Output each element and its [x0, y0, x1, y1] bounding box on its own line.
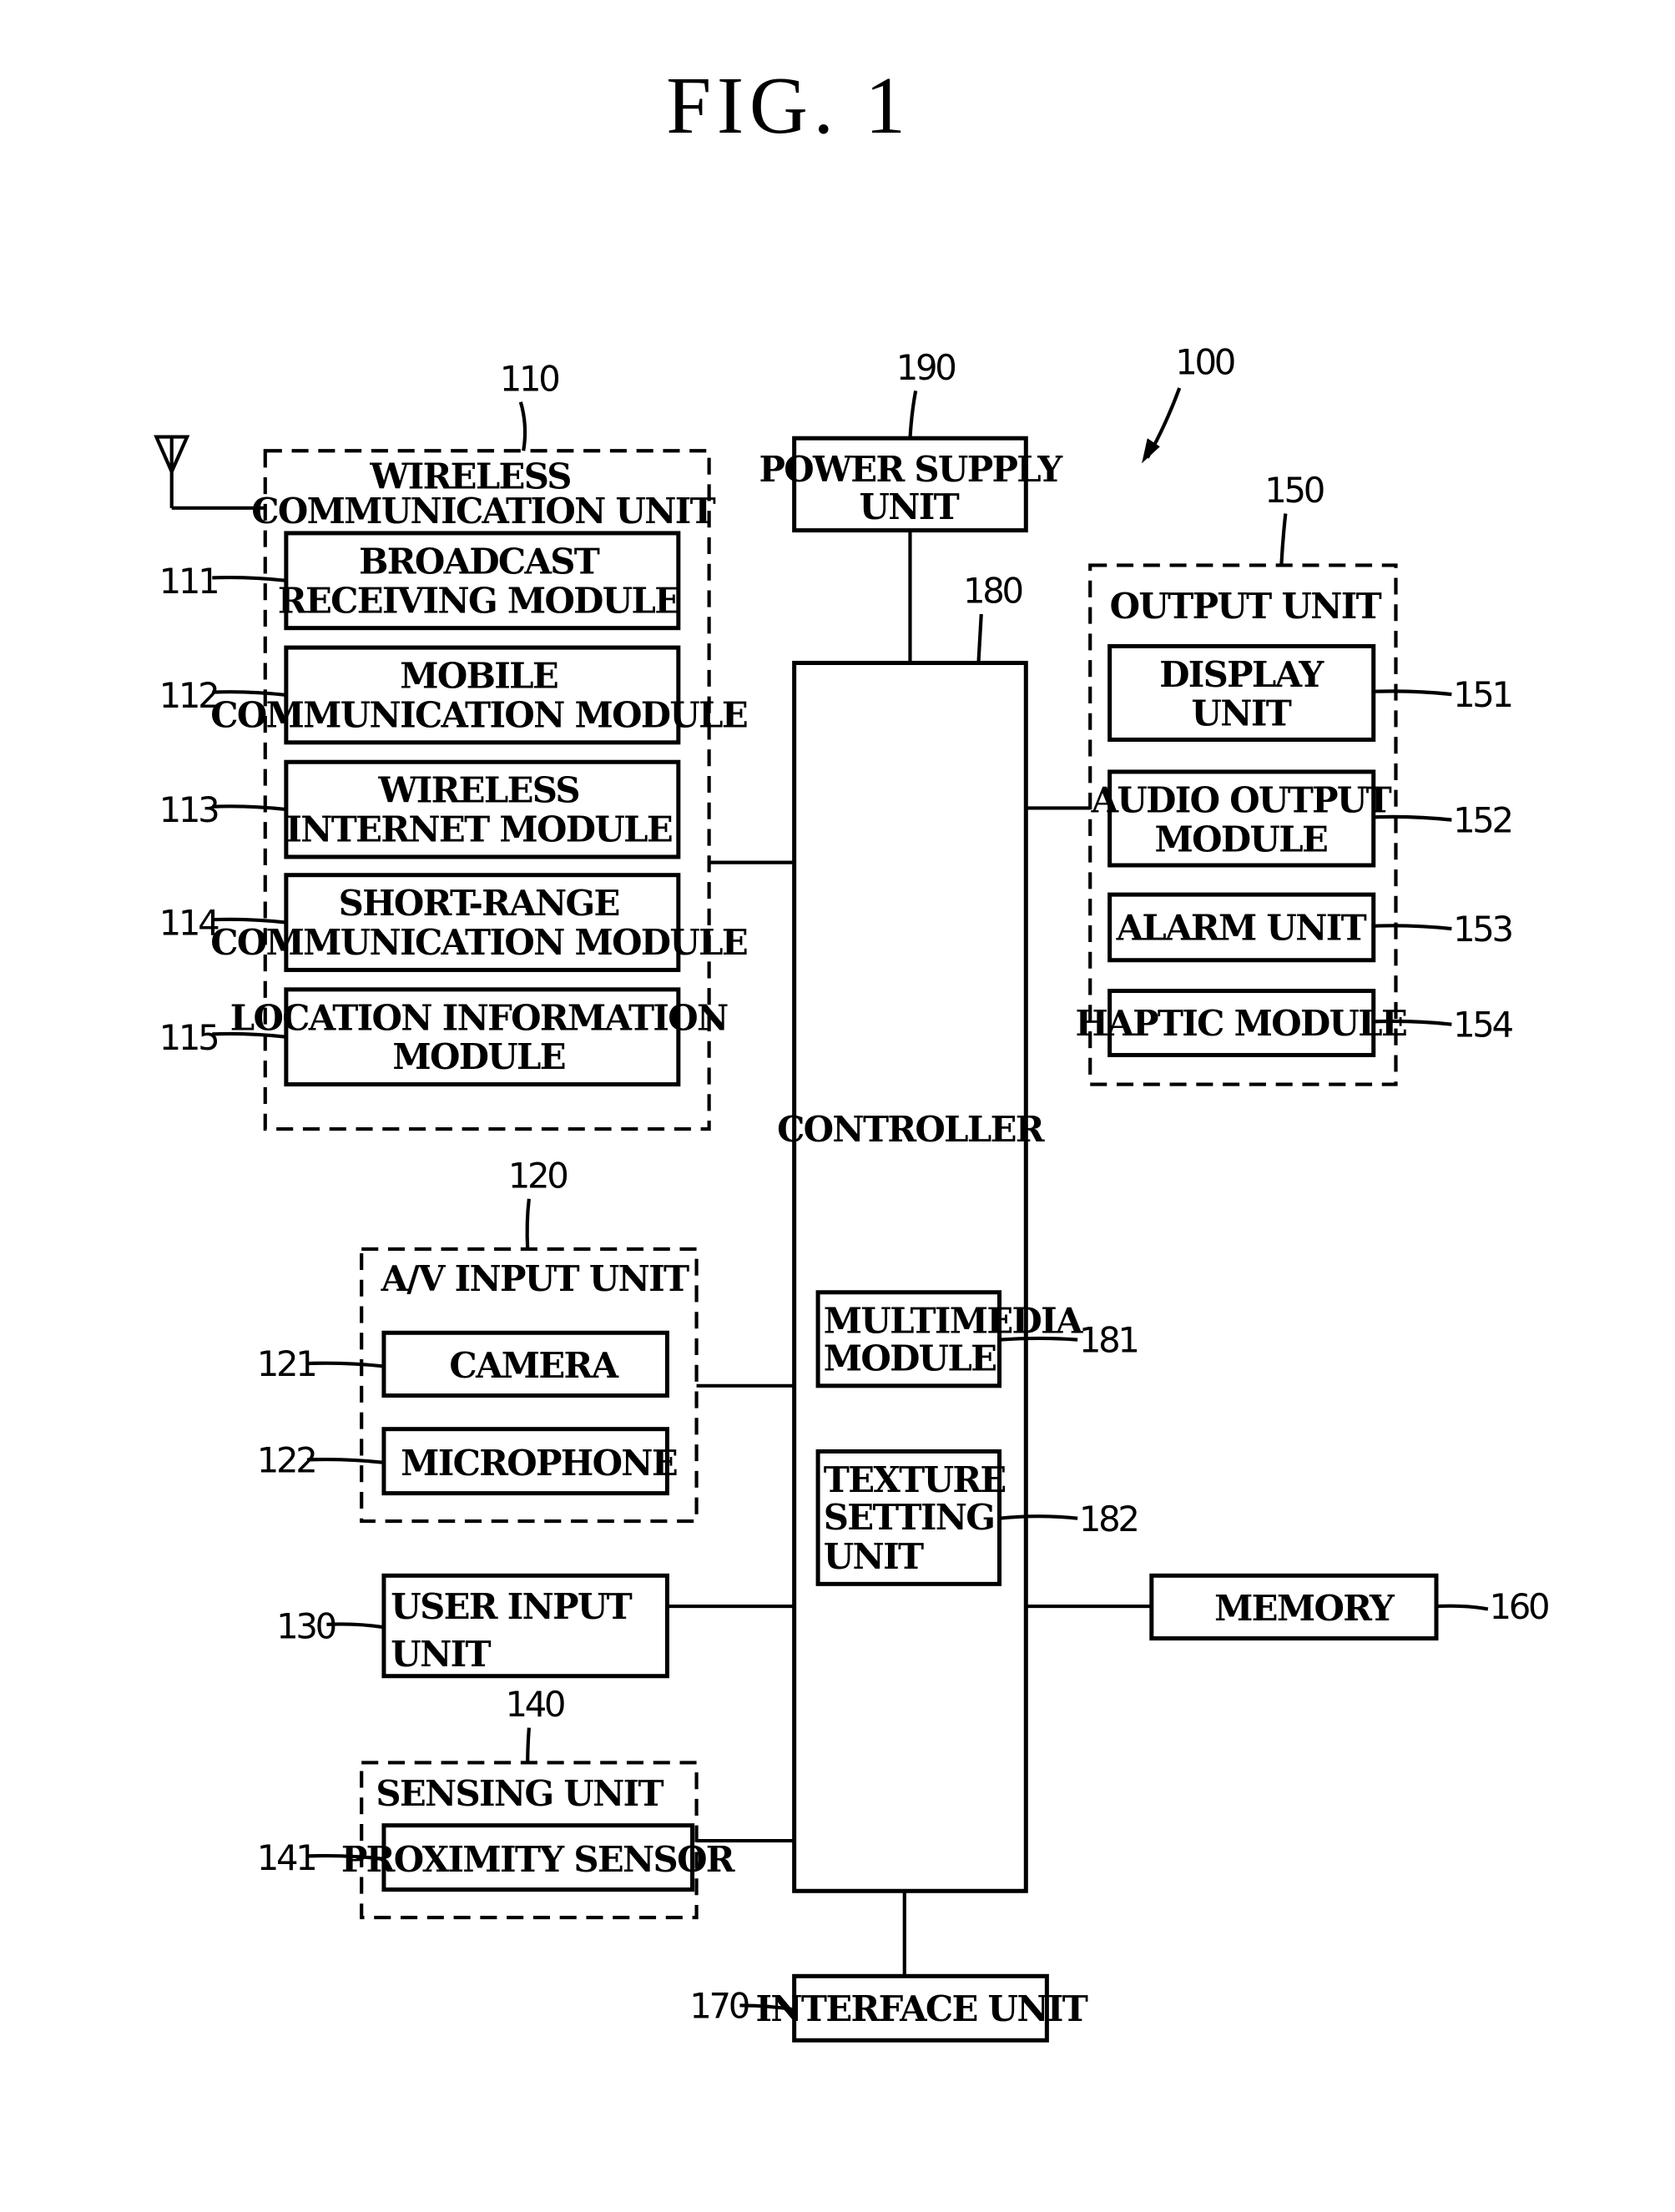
svg-text:COMMUNICATION UNIT: COMMUNICATION UNIT — [251, 491, 715, 532]
output-items: DISPLAYUNIT 151 AUDIO OUTPUTMODULE 152 ALARM… — [1076, 643, 1516, 1057]
svg-text:MICROPHONE: MICROPHONE — [401, 1443, 677, 1484]
svg-text:COMMUNICATION MODULE: COMMUNICATION MODULE — [210, 922, 747, 963]
svg-text:COMMUNICATION MODULE: COMMUNICATION MODULE — [210, 694, 747, 735]
svg-text:MODULE: MODULE — [392, 1036, 565, 1077]
svg-text:ALARM UNIT: ALARM UNIT — [1116, 907, 1367, 948]
output-item: HAPTIC MODULE 154 — [1076, 989, 1516, 1057]
svg-text:CAMERA: CAMERA — [449, 1345, 618, 1386]
svg-text:190: 190 — [896, 347, 955, 388]
svg-text:AUDIO OUTPUT: AUDIO OUTPUT — [1091, 779, 1392, 820]
figure-title: FIG. 1 — [666, 61, 911, 150]
interface-unit: INTERFACE UNIT 170 — [689, 1973, 1089, 2043]
svg-text:120: 120 — [508, 1155, 567, 1196]
svg-text:UNIT: UNIT — [859, 486, 959, 527]
svg-text:USER INPUT: USER INPUT — [391, 1586, 632, 1627]
svg-text:130: 130 — [276, 1606, 335, 1647]
svg-text:160: 160 — [1490, 1586, 1548, 1627]
av-input-unit: 120 A/V INPUT UNIT CAMERA 121 MICROPHONE… — [257, 1155, 699, 1524]
svg-text:HAPTIC MODULE: HAPTIC MODULE — [1076, 1003, 1407, 1044]
svg-text:122: 122 — [257, 1440, 315, 1481]
svg-text:WIRELESS: WIRELESS — [377, 770, 578, 811]
svg-text:111: 111 — [159, 561, 218, 602]
output-item: DISPLAYUNIT 151 — [1107, 643, 1514, 742]
wireless-module: MOBILECOMMUNICATION MODULE112 — [159, 645, 749, 745]
svg-text:180: 180 — [963, 571, 1022, 612]
svg-text:140: 140 — [505, 1684, 563, 1725]
memory: MEMORY 160 — [1149, 1573, 1551, 1641]
svg-text:SHORT-RANGE: SHORT-RANGE — [339, 883, 619, 924]
svg-text:UNIT: UNIT — [1192, 693, 1292, 734]
svg-text:CONTROLLER: CONTROLLER — [777, 1109, 1045, 1150]
svg-text:SETTING: SETTING — [824, 1497, 995, 1538]
svg-text:OUTPUT UNIT: OUTPUT UNIT — [1110, 586, 1382, 627]
svg-text:112: 112 — [159, 675, 218, 716]
block-diagram: FIG. 1 100 110 WIRELESS COMMUNICATION UN… — [154, 61, 1551, 2043]
svg-text:RECEIVING MODULE: RECEIVING MODULE — [278, 580, 680, 621]
svg-text:UNIT: UNIT — [391, 1634, 491, 1675]
wireless-module: BROADCASTRECEIVING MODULE 111 — [159, 531, 681, 631]
svg-text:SENSING UNIT: SENSING UNIT — [376, 1773, 663, 1814]
sensing-unit: 140 SENSING UNIT PROXIMITY SENSOR 141 — [257, 1684, 736, 1920]
svg-text:UNIT: UNIT — [824, 1536, 924, 1577]
wireless-module: SHORT-RANGECOMMUNICATION MODULE114 — [159, 873, 749, 972]
output-item: AUDIO OUTPUTMODULE 152 — [1091, 769, 1514, 868]
wireless-modules: BROADCASTRECEIVING MODULE111MOBILECOMMUN… — [159, 531, 749, 1087]
svg-text:PROXIMITY SENSOR: PROXIMITY SENSOR — [341, 1839, 735, 1880]
ref-110: 110 — [500, 358, 558, 399]
svg-text:114: 114 — [159, 903, 219, 944]
svg-text:INTERFACE UNIT: INTERFACE UNIT — [756, 1988, 1088, 2029]
svg-text:DISPLAY: DISPLAY — [1159, 654, 1324, 695]
svg-text:141: 141 — [257, 1837, 315, 1878]
svg-text:152: 152 — [1453, 800, 1511, 841]
svg-text:150: 150 — [1264, 470, 1323, 511]
svg-text:182: 182 — [1079, 1499, 1138, 1539]
svg-text:MEMORY: MEMORY — [1214, 1588, 1395, 1629]
svg-text:151: 151 — [1453, 674, 1511, 715]
svg-text:181: 181 — [1079, 1320, 1138, 1361]
svg-text:BROADCAST: BROADCAST — [359, 541, 600, 582]
svg-text:154: 154 — [1453, 1005, 1512, 1046]
controller: 180 CONTROLLER MULTIMEDIA MODULE 181 TEX… — [777, 571, 1140, 1893]
svg-text:170: 170 — [689, 1985, 748, 2026]
svg-text:LOCATION INFORMATION: LOCATION INFORMATION — [230, 997, 728, 1038]
svg-text:MODULE: MODULE — [824, 1338, 996, 1378]
wireless-module: LOCATION INFORMATIONMODULE 115 — [159, 987, 729, 1087]
svg-text:MODULE: MODULE — [1155, 819, 1328, 859]
svg-text:121: 121 — [257, 1343, 315, 1384]
svg-text:153: 153 — [1453, 909, 1511, 950]
power-supply-unit: 190 POWER SUPPLY UNIT — [759, 347, 1065, 663]
output-item: ALARM UNIT 153 — [1107, 892, 1515, 963]
antenna-icon — [154, 435, 265, 510]
svg-text:MOBILE: MOBILE — [400, 656, 557, 697]
user-input-unit: USER INPUT UNIT 130 — [276, 1573, 669, 1679]
svg-text:INTERNET MODULE: INTERNET MODULE — [285, 809, 672, 850]
svg-text:TEXTURE: TEXTURE — [824, 1459, 1006, 1500]
svg-text:POWER SUPPLY: POWER SUPPLY — [759, 449, 1064, 490]
svg-text:MULTIMEDIA: MULTIMEDIA — [824, 1300, 1083, 1341]
wireless-module: WIRELESSINTERNET MODULE 113 — [159, 759, 681, 859]
svg-text:113: 113 — [159, 789, 218, 830]
svg-text:115: 115 — [159, 1017, 218, 1058]
svg-text:A/V INPUT UNIT: A/V INPUT UNIT — [381, 1258, 689, 1299]
ref-100: 100 — [1175, 341, 1234, 382]
